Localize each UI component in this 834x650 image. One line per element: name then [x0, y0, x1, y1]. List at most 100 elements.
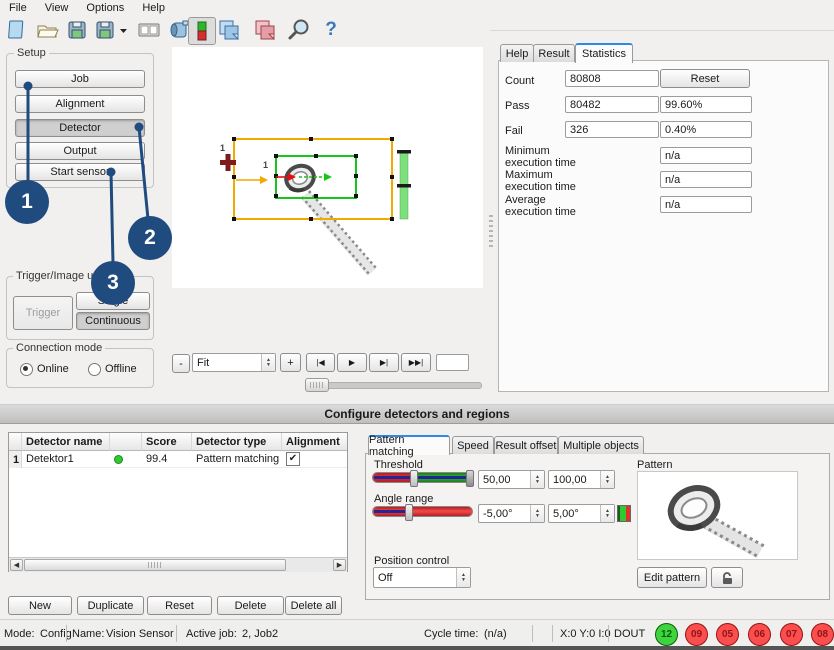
reset-statistics-button[interactable]: Reset	[660, 69, 750, 88]
tab-statistics[interactable]: Statistics	[575, 43, 633, 63]
duplicate-detector-button[interactable]: Duplicate	[77, 596, 144, 615]
connection-group-label: Connection mode	[13, 342, 105, 354]
simulate-fail-button[interactable]	[252, 17, 278, 43]
angle-low-spin[interactable]: -5,00° ▲▼	[478, 504, 545, 523]
pass-field[interactable]: 80482	[565, 96, 659, 113]
alignment-button[interactable]: Alignment	[15, 95, 145, 113]
detector-button[interactable]: Detector	[15, 119, 145, 137]
table-hscrollbar[interactable]: ◀ ▶	[9, 557, 347, 572]
position-control-combo[interactable]: Off ▲▼	[373, 567, 471, 588]
new-detector-button[interactable]: New	[8, 596, 72, 615]
frame-number-field[interactable]	[436, 354, 469, 371]
save-icon	[65, 18, 89, 42]
reset-detector-button[interactable]: Reset	[147, 596, 212, 615]
open-button[interactable]	[34, 17, 60, 43]
detector-table[interactable]: Detector name Score Detector type Alignm…	[8, 432, 348, 572]
dout-indicator-08: 08	[811, 623, 834, 646]
dout-indicator-07: 07	[780, 623, 803, 646]
combo-arrows-icon[interactable]: ▲▼	[261, 354, 275, 371]
save-as-button[interactable]	[94, 17, 130, 43]
scroll-left-icon[interactable]: ◀	[10, 559, 23, 571]
menu-help[interactable]: Help	[133, 1, 174, 15]
help-button[interactable]: ?	[318, 17, 344, 43]
panel-splitter[interactable]	[489, 215, 493, 249]
tab-help[interactable]: Help	[500, 44, 534, 62]
edit-pattern-button[interactable]: Edit pattern	[637, 567, 707, 588]
tab-speed[interactable]: Speed	[452, 436, 494, 454]
col-detector-name[interactable]: Detector name	[22, 433, 110, 451]
trigger-button[interactable]: Trigger	[13, 296, 73, 330]
alignment-checkbox[interactable]: ✔	[286, 452, 300, 466]
threshold-low-spin[interactable]: 50,00 ▲▼	[478, 470, 545, 489]
offline-label: Offline	[105, 363, 137, 375]
col-status[interactable]	[110, 433, 142, 451]
fail-label: Fail	[505, 125, 523, 137]
image-gallery-button[interactable]	[136, 17, 162, 43]
menu-view[interactable]: View	[36, 1, 78, 15]
window-red-icon	[253, 18, 277, 42]
fail-pct-field: 0.40%	[660, 121, 752, 138]
zoom-out-button[interactable]: -	[172, 354, 190, 373]
tab-pattern-matching[interactable]: Pattern matching	[368, 435, 450, 455]
angle-handle[interactable]	[405, 504, 413, 521]
roi-label-1: 1	[220, 143, 225, 153]
output-button[interactable]: Output	[15, 142, 145, 160]
tab-result-offset[interactable]: Result offset	[494, 436, 558, 454]
frame-slider-track[interactable]	[305, 382, 482, 389]
live-image-button[interactable]	[188, 17, 216, 45]
tab-result[interactable]: Result	[533, 44, 575, 62]
window-blue-icon	[217, 18, 241, 42]
image-canvas[interactable]: 1 1	[172, 47, 483, 288]
spin-arrows-icon[interactable]: ▲▼	[530, 471, 544, 488]
min-exec-label: Minimum execution time	[505, 145, 576, 169]
spin-arrows-icon[interactable]: ▲▼	[600, 471, 614, 488]
avg-exec-label: Average execution time	[505, 194, 576, 218]
max-exec-field: n/a	[660, 171, 752, 188]
zoom-in-button[interactable]: +	[280, 353, 301, 372]
threshold-high-handle[interactable]	[466, 470, 474, 487]
dropdown-caret-icon	[120, 29, 127, 33]
threshold-low-handle[interactable]	[410, 470, 418, 487]
status-bar: Mode: Config Name: Vision Sensor Active …	[0, 619, 834, 647]
delete-all-button[interactable]: Delete all	[285, 596, 342, 615]
threshold-slider[interactable]	[372, 472, 473, 483]
spin-arrows-icon[interactable]: ▲▼	[530, 505, 544, 522]
col-detector-type[interactable]: Detector type	[192, 433, 282, 451]
tab-multiple-objects[interactable]: Multiple objects	[558, 436, 644, 454]
zoom-fit-combo[interactable]: Fit ▲▼	[192, 353, 276, 372]
job-button[interactable]: Job	[15, 70, 145, 88]
nav-last-button[interactable]: ▶▶|	[401, 353, 431, 372]
nav-next-button[interactable]: ▶|	[369, 353, 399, 372]
col-score[interactable]: Score	[142, 433, 192, 451]
scroll-right-icon[interactable]: ▶	[333, 559, 346, 571]
col-alignment[interactable]: Alignment	[282, 433, 347, 451]
delete-detector-button[interactable]: Delete	[217, 596, 284, 615]
threshold-high-spin[interactable]: 100,00 ▲▼	[548, 470, 615, 489]
menu-options[interactable]: Options	[77, 1, 133, 15]
count-field[interactable]: 80808	[565, 70, 659, 87]
fail-field[interactable]: 326	[565, 121, 659, 138]
angle-high-spin[interactable]: 5,00° ▲▼	[548, 504, 615, 523]
zoom-tool-button[interactable]	[286, 17, 312, 43]
menu-file[interactable]: File	[0, 1, 36, 15]
nav-first-button[interactable]: |◀	[306, 353, 335, 372]
scrollbar-thumb[interactable]	[24, 559, 286, 571]
avg-exec-field: n/a	[660, 196, 752, 213]
angle-status-indicator	[617, 505, 631, 522]
detector-name-cell[interactable]: Detektor1	[22, 451, 110, 468]
online-radio[interactable]	[20, 363, 33, 376]
save-button[interactable]	[64, 17, 90, 43]
new-image-button[interactable]	[4, 17, 30, 43]
continuous-button[interactable]: Continuous	[76, 312, 150, 330]
offline-radio[interactable]	[88, 363, 101, 376]
spin-arrows-icon[interactable]: ▲▼	[600, 505, 614, 522]
frame-slider-handle[interactable]	[305, 378, 329, 392]
start-sensor-button[interactable]: Start sensor	[15, 163, 145, 181]
pass-dot-icon	[114, 455, 123, 464]
lock-pattern-button[interactable]	[711, 567, 743, 588]
vision-sensor-window: File View Options Help ? Setup Job Align…	[0, 0, 834, 650]
angle-range-slider[interactable]	[372, 506, 473, 517]
combo-arrows-icon[interactable]: ▲▼	[456, 568, 470, 587]
nav-play-button[interactable]: ▶	[337, 353, 367, 372]
simulate-pass-button[interactable]	[216, 17, 242, 43]
